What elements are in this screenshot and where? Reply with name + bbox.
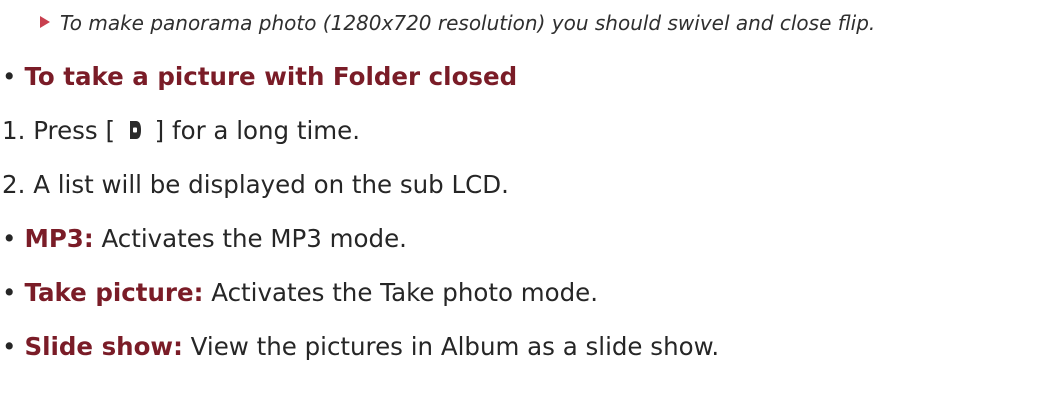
option-mp3-label: MP3: [24,224,94,253]
bullet-icon: • [2,224,17,253]
option-take-picture-label: Take picture: [24,278,204,307]
note-marker-icon [40,16,50,28]
option-take-picture: • Take picture: Activates the Take photo … [2,278,598,307]
bullet-icon: • [2,62,17,91]
step-1-after: ] for a long time. [154,116,361,145]
section-heading: To take a picture with Folder closed [24,62,518,91]
option-take-picture-desc: Activates the Take photo mode. [211,278,599,307]
step-2-number: 2. [2,170,26,199]
step-1-before: Press [ [33,116,116,145]
section-heading-line: • To take a picture with Folder closed [2,62,517,91]
option-mp3-desc: Activates the MP3 mode. [101,224,407,253]
step-2: 2. A list will be displayed on the sub L… [2,170,509,199]
option-slide-show-label: Slide show: [24,332,183,361]
option-mp3: • MP3: Activates the MP3 mode. [2,224,407,253]
step-2-text: A list will be displayed on the sub LCD. [33,170,509,199]
panorama-note-text: To make panorama photo (1280x720 resolut… [60,11,876,35]
option-slide-show: • Slide show: View the pictures in Album … [2,332,719,361]
step-1: 1. Press [ ] for a long time. [2,116,360,145]
option-slide-show-desc: View the pictures in Album as a slide sh… [190,332,720,361]
step-1-number: 1. [2,116,26,145]
camera-side-key-icon [129,121,141,139]
bullet-icon: • [2,332,17,361]
bullet-icon: • [2,278,17,307]
panorama-note: To make panorama photo (1280x720 resolut… [40,11,875,35]
manual-page: To make panorama photo (1280x720 resolut… [0,0,1063,398]
